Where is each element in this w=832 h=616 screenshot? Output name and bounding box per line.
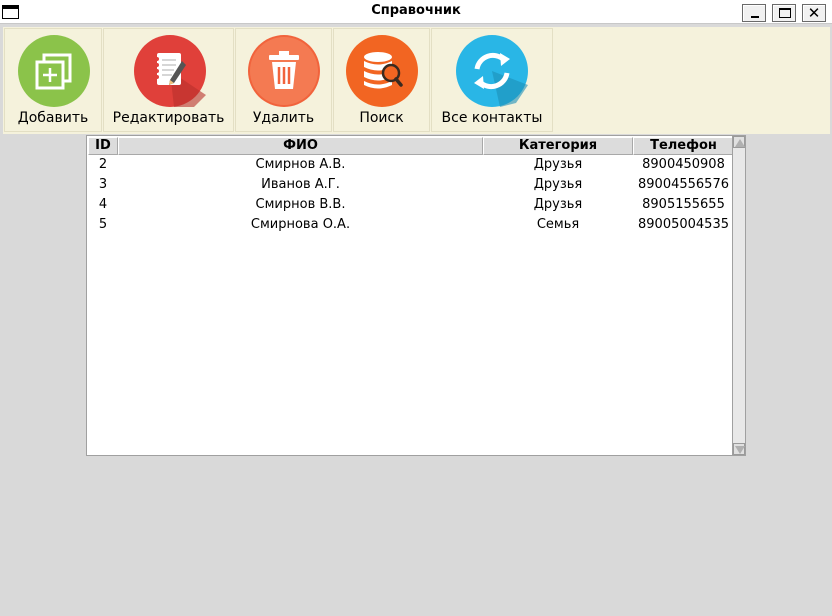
- cell-id: 2: [98, 157, 108, 172]
- cell-category: Друзья: [533, 157, 583, 172]
- refresh-icon: [456, 35, 528, 107]
- search-button[interactable]: Поиск: [333, 28, 430, 132]
- delete-button[interactable]: Удалить: [235, 28, 332, 132]
- delete-label: Удалить: [252, 110, 315, 126]
- all-contacts-label: Все контакты: [441, 110, 543, 126]
- column-header-fio[interactable]: ФИО: [118, 137, 483, 155]
- table-header: ID ФИО Категория Телефон: [88, 137, 734, 155]
- close-icon: ✕: [807, 4, 821, 22]
- minimize-button[interactable]: [742, 4, 766, 22]
- trash-icon: [248, 35, 320, 107]
- table-row[interactable]: 4 Смирнов В.В. Друзья 8905155655: [88, 195, 734, 215]
- maximize-button[interactable]: [772, 4, 796, 22]
- add-label: Добавить: [17, 110, 89, 126]
- table-row[interactable]: 3 Иванов А.Г. Друзья 89004556576: [88, 175, 734, 195]
- cell-id: 3: [98, 177, 108, 192]
- table-row[interactable]: 2 Смирнов А.В. Друзья 8900450908: [88, 155, 734, 175]
- column-header-phone[interactable]: Телефон: [633, 137, 734, 155]
- column-header-category[interactable]: Категория: [483, 137, 633, 155]
- cell-id: 4: [98, 197, 108, 212]
- scroll-up-button[interactable]: [733, 136, 745, 148]
- table-row[interactable]: 5 Смирнова О.А. Семья 89005004535: [88, 215, 734, 235]
- title-bar: Справочник ✕: [0, 0, 832, 24]
- toolbar: Добавить Редактировать Удалить Поиск Все…: [3, 27, 830, 134]
- cell-phone: 89004556576: [638, 177, 729, 192]
- close-button[interactable]: ✕: [802, 4, 826, 22]
- notepad-edit-icon: [134, 35, 206, 107]
- minimize-icon: [751, 16, 759, 18]
- maximize-icon: [779, 8, 791, 18]
- cell-fio: Смирнова О.А.: [250, 217, 351, 232]
- arrow-down-icon: [735, 446, 745, 454]
- vertical-scrollbar[interactable]: [732, 136, 745, 455]
- cell-fio: Смирнов В.В.: [255, 197, 346, 212]
- all-contacts-button[interactable]: Все контакты: [431, 28, 553, 132]
- contacts-table[interactable]: ID ФИО Категория Телефон 2 Смирнов А.В. …: [86, 135, 746, 456]
- scroll-down-button[interactable]: [733, 443, 745, 455]
- database-search-icon: [346, 35, 418, 107]
- edit-button[interactable]: Редактировать: [103, 28, 234, 132]
- add-button[interactable]: Добавить: [4, 28, 102, 132]
- cell-category: Друзья: [533, 197, 583, 212]
- arrow-up-icon: [735, 139, 745, 147]
- cell-category: Друзья: [533, 177, 583, 192]
- cell-id: 5: [98, 217, 108, 232]
- cell-fio: Иванов А.Г.: [261, 177, 340, 192]
- cell-fio: Смирнов А.В.: [255, 157, 346, 172]
- column-header-id[interactable]: ID: [88, 137, 118, 155]
- cell-phone: 8905155655: [642, 197, 725, 212]
- add-icon: [18, 35, 90, 107]
- edit-label: Редактировать: [112, 110, 225, 126]
- cell-category: Семья: [536, 217, 580, 232]
- cell-phone: 89005004535: [638, 217, 729, 232]
- window-title: Справочник: [371, 3, 461, 18]
- cell-phone: 8900450908: [642, 157, 725, 172]
- search-label: Поиск: [359, 110, 404, 126]
